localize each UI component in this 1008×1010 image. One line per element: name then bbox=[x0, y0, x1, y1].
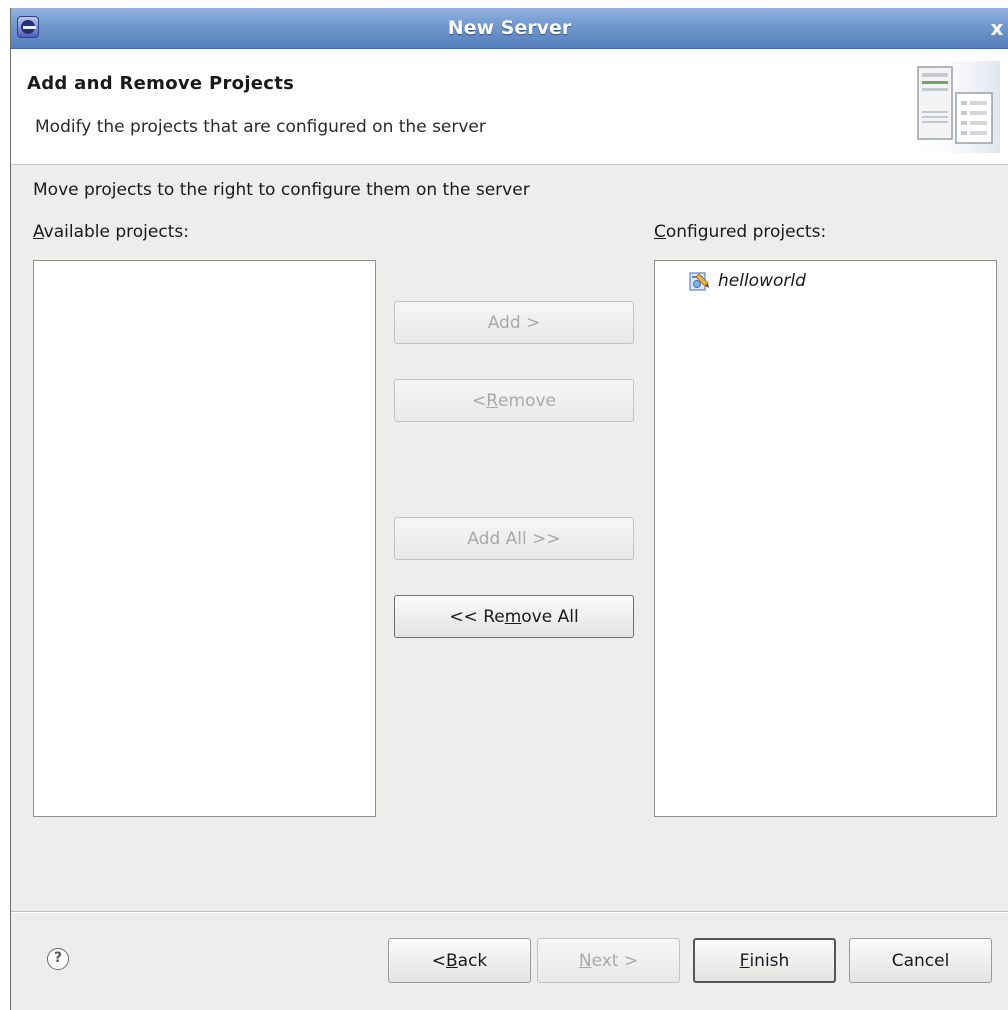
back-label-mnemonic: B bbox=[445, 950, 458, 971]
back-button[interactable]: < Back bbox=[388, 938, 531, 983]
finish-label-suffix: inish bbox=[749, 950, 790, 971]
next-button[interactable]: Next > bbox=[537, 938, 680, 983]
remove-all-button[interactable]: << Re m ove All bbox=[394, 595, 634, 638]
available-label-text: vailable projects: bbox=[43, 222, 189, 242]
server-wizard-icon bbox=[908, 61, 1000, 153]
new-server-dialog: New Server x Add and Remove Projects Mod… bbox=[10, 8, 1008, 1010]
wizard-banner: Add and Remove Projects Modify the proje… bbox=[11, 49, 1008, 165]
remove-all-label-mnemonic: m bbox=[504, 606, 522, 627]
remove-all-label-suffix: ove All bbox=[521, 606, 579, 627]
configured-projects-label: Configured projects: bbox=[654, 222, 826, 242]
back-label-prefix: < bbox=[431, 950, 446, 971]
next-label-mnemonic: N bbox=[578, 950, 592, 971]
remove-label-suffix: emove bbox=[498, 390, 556, 411]
next-label-suffix: ext > bbox=[591, 950, 639, 971]
page-title: Add and Remove Projects bbox=[27, 73, 295, 94]
remove-label-mnemonic: R bbox=[486, 390, 499, 411]
available-label-mnemonic: A bbox=[33, 222, 44, 242]
footer-separator bbox=[11, 911, 1008, 913]
list-item[interactable]: helloworld bbox=[688, 269, 806, 293]
remove-all-label-prefix: << Re bbox=[449, 606, 505, 627]
configured-label-mnemonic: C bbox=[654, 222, 666, 242]
finish-button[interactable]: Finish bbox=[693, 938, 836, 983]
add-all-button[interactable]: Add All >> bbox=[394, 517, 634, 560]
finish-label-mnemonic: F bbox=[739, 950, 750, 971]
web-project-icon bbox=[689, 272, 709, 291]
page-description: Modify the projects that are configured … bbox=[35, 117, 486, 137]
configured-label-text: onfigured projects: bbox=[665, 222, 827, 242]
available-projects-list[interactable] bbox=[33, 260, 376, 817]
configured-projects-list[interactable]: helloworld bbox=[654, 260, 997, 817]
remove-button[interactable]: < Remove bbox=[394, 379, 634, 422]
project-name: helloworld bbox=[718, 271, 806, 291]
close-button[interactable]: x bbox=[986, 16, 1008, 40]
cancel-button[interactable]: Cancel bbox=[849, 938, 992, 983]
instruction-text: Move projects to the right to configure … bbox=[33, 180, 530, 200]
add-button[interactable]: Add > bbox=[394, 301, 634, 344]
help-icon[interactable]: ? bbox=[47, 948, 69, 970]
back-label-suffix: ack bbox=[457, 950, 488, 971]
window-title: New Server bbox=[447, 17, 572, 39]
title-bar[interactable]: New Server x bbox=[11, 8, 1008, 49]
remove-label-prefix: < bbox=[471, 390, 487, 411]
available-projects-label: Available projects: bbox=[33, 222, 189, 242]
